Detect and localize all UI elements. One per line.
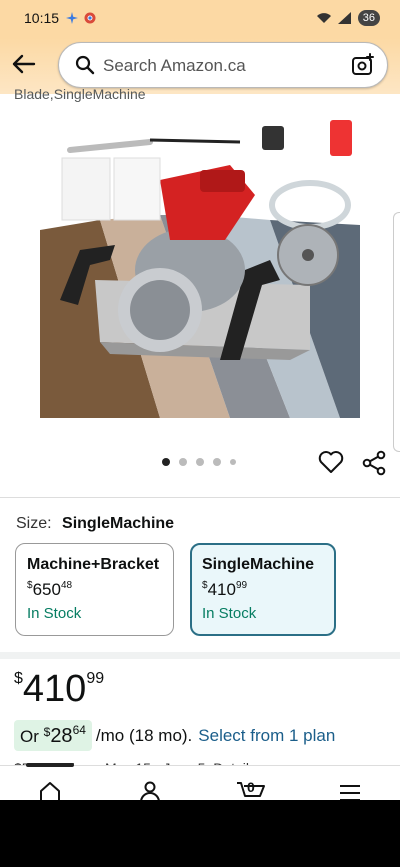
- app-screen: 10:15 36 Search Amazon.ca Blade,SingleMa…: [0, 0, 400, 800]
- section-divider: [0, 652, 400, 659]
- option-price: $41099: [202, 580, 324, 600]
- size-option-machine-bracket[interactable]: Machine+Bracket $65048 In Stock: [15, 543, 174, 636]
- option-price-whole: 650: [32, 580, 61, 599]
- option-price-fraction: 99: [235, 580, 248, 591]
- option-stock: In Stock: [27, 605, 82, 622]
- product-title-partial: Blade,SingleMachine: [14, 86, 146, 102]
- carousel-dot[interactable]: [162, 458, 170, 466]
- active-tab-indicator: [26, 763, 74, 767]
- carousel-dot[interactable]: [230, 459, 236, 465]
- status-bar: 10:15 36: [0, 0, 400, 38]
- battery-badge: 36: [357, 10, 380, 26]
- installment-amount: 28: [50, 725, 73, 747]
- size-selector-label: Size: SingleMachine: [16, 515, 174, 533]
- status-time: 10:15: [24, 10, 60, 26]
- camera-search-icon[interactable]: [351, 53, 375, 77]
- carousel-dot[interactable]: [213, 458, 221, 466]
- select-plan-link[interactable]: Select from 1 plan: [198, 726, 335, 746]
- home-icon[interactable]: [39, 780, 61, 800]
- sparkle-icon: [66, 12, 78, 24]
- search-placeholder: Search Amazon.ca: [103, 56, 246, 75]
- installment-row: Or $2864 /mo (18 mo). Select from 1 plan: [14, 720, 335, 751]
- size-selected-value: SingleMachine: [62, 515, 175, 532]
- price-display: $41099: [14, 668, 104, 711]
- installment-prefix: Or: [20, 727, 39, 746]
- status-right: 36: [316, 10, 380, 26]
- price-whole: 410: [22, 668, 87, 710]
- option-price-whole: 410: [207, 580, 236, 599]
- menu-icon[interactable]: [339, 780, 361, 800]
- installment-term: /mo (18 mo).: [95, 725, 193, 745]
- option-price: $65048: [27, 580, 162, 600]
- price-currency: $: [14, 670, 23, 687]
- size-option-single-machine[interactable]: SingleMachine $41099 In Stock: [190, 543, 336, 636]
- share-icon[interactable]: [362, 450, 386, 476]
- carousel-dot[interactable]: [179, 458, 187, 466]
- search-input[interactable]: Search Amazon.ca: [58, 42, 388, 88]
- size-label: Size:: [16, 515, 52, 532]
- heart-icon[interactable]: [318, 450, 344, 474]
- option-price-fraction: 48: [60, 580, 73, 591]
- next-card-edge: [393, 212, 400, 452]
- option-name: SingleMachine: [202, 556, 315, 573]
- divider: [0, 497, 400, 498]
- back-arrow-icon[interactable]: [10, 51, 36, 77]
- price-fraction: 99: [86, 670, 105, 687]
- option-stock: In Stock: [202, 605, 257, 622]
- wifi-icon: [316, 13, 331, 23]
- carousel-dots[interactable]: [162, 458, 236, 466]
- cart-count: 0: [247, 779, 255, 795]
- search-icon: [75, 55, 95, 75]
- account-icon[interactable]: [139, 780, 161, 800]
- product-image[interactable]: [40, 110, 360, 418]
- signal-icon: [337, 12, 351, 24]
- installment-fraction: 64: [72, 723, 86, 737]
- installment-badge: Or $2864: [14, 720, 92, 751]
- chrome-icon: [84, 12, 96, 24]
- carousel-dot[interactable]: [196, 458, 204, 466]
- bottom-nav: [0, 763, 400, 800]
- option-name: Machine+Bracket: [27, 556, 160, 573]
